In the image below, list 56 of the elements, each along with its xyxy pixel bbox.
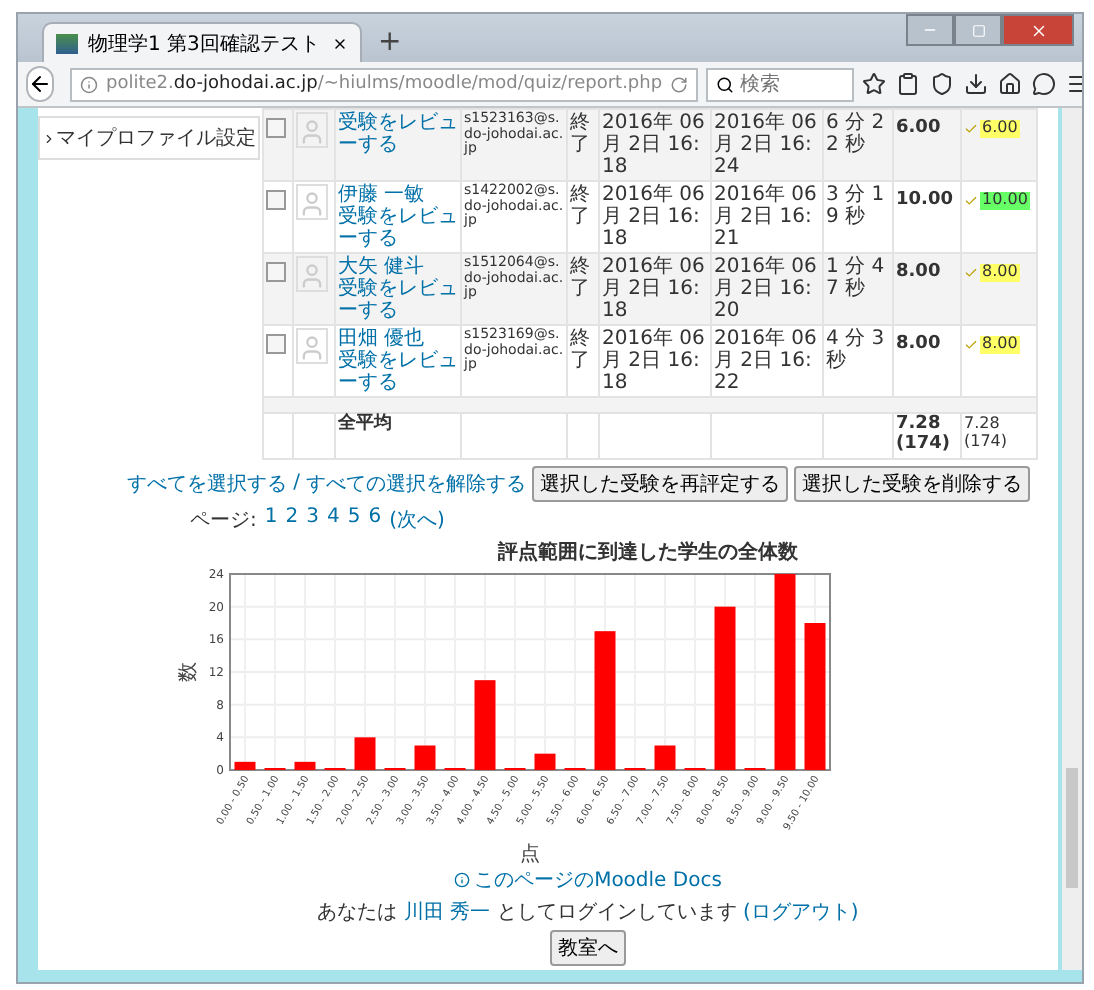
action-button[interactable]: 選択した受験を削除する	[794, 465, 1030, 502]
table-cell-text: 6 分 22 秒	[826, 112, 887, 156]
table-cell-text: 終了	[570, 112, 592, 156]
table-cell-text: 2016年 06月 2日 16:22	[714, 328, 819, 394]
table-cell-text: 3 分 19 秒	[826, 184, 887, 228]
student-name[interactable]: 大矢 健斗	[338, 256, 458, 278]
page-link[interactable]: 3	[306, 505, 319, 534]
select-all-link[interactable]: すべてを選択する	[127, 469, 288, 498]
average-label: 全平均	[338, 416, 394, 436]
table-cell-text: 2016年 06月 2日 16:18	[602, 256, 707, 322]
login-info: あなたは 川田 秀一 としてログインしています (ログアウト)	[317, 899, 859, 926]
table-cell-text: 2016年 06月 2日 16:20	[714, 256, 819, 322]
page-link[interactable]: 6	[368, 505, 382, 534]
search-input[interactable]: 検索	[740, 71, 841, 97]
average-question-grade: 7.28 (174)	[964, 416, 1010, 452]
student-name[interactable]: 伊藤 一敏	[338, 184, 458, 206]
deselect-all-link[interactable]: すべての選択を解除する	[306, 469, 526, 498]
table-cell-text: 終了	[570, 328, 592, 372]
pager-label: ページ:	[190, 507, 257, 534]
review-link[interactable]: 受験をレビューする	[338, 206, 458, 250]
table-cell-text: 2016年 06月 2日 16:18	[602, 184, 707, 250]
review-link[interactable]: 受験をレビューする	[338, 278, 458, 322]
student-name[interactable]: 田畑 優也	[338, 328, 458, 350]
chart-title: 評点範囲に到達した学生の全体数	[495, 539, 800, 566]
question-grade[interactable]: 6.00	[980, 120, 1020, 138]
page-link[interactable]: 2	[285, 505, 299, 534]
table-cell-text: 2016年 06月 2日 16:18	[602, 112, 707, 178]
table-cell-text: 2016年 06月 2日 16:18	[602, 328, 707, 394]
table-cell-text: 4 分 3 秒	[826, 328, 887, 372]
question-grade[interactable]: 8.00	[980, 336, 1020, 354]
x-axis-label: 点	[520, 843, 540, 866]
table-cell-text: 2016年 06月 2日 16:24	[714, 112, 819, 178]
search-field[interactable]: 検索	[706, 67, 855, 101]
average-grade: 7.28 (174)	[896, 416, 953, 456]
logout-link[interactable]: (ログアウト)	[742, 901, 859, 924]
url-field[interactable]: polite2.do-johodai.ac.jp/~hiulms/moodle/mod/quiz/report.php	[70, 67, 699, 101]
table-cell-text: 終了	[570, 256, 592, 300]
table-cell-text: 1 分 47 秒	[826, 256, 887, 300]
new-tab-button[interactable]: +	[378, 26, 402, 58]
table-cell-text: 終了	[570, 184, 592, 228]
docs-link[interactable]: このページのMoodle Docs	[454, 865, 722, 894]
table-cell-text: 2016年 06月 2日 16:21	[714, 184, 819, 250]
next-page-link[interactable]: (次へ)	[389, 505, 445, 534]
separator: /	[293, 472, 300, 495]
sidebar-item[interactable]: マイプロファイル設定	[38, 116, 260, 160]
review-link[interactable]: 受験をレビューする	[338, 350, 458, 394]
y-axis-label: 数	[178, 661, 200, 682]
browser-tab[interactable]: 物理学1 第3回確認テスト	[42, 22, 362, 62]
page-link[interactable]: 5	[347, 505, 361, 534]
page-link[interactable]: 1	[264, 505, 278, 534]
user-link[interactable]: 川田 秀一	[403, 901, 491, 924]
page-link[interactable]: 4	[327, 505, 340, 534]
action-button[interactable]: 選択した受験を再評定する	[532, 465, 788, 502]
question-grade[interactable]: 10.00	[980, 192, 1030, 210]
question-grade[interactable]: 8.00	[980, 264, 1020, 282]
home-button[interactable]: 教室へ	[550, 929, 626, 966]
